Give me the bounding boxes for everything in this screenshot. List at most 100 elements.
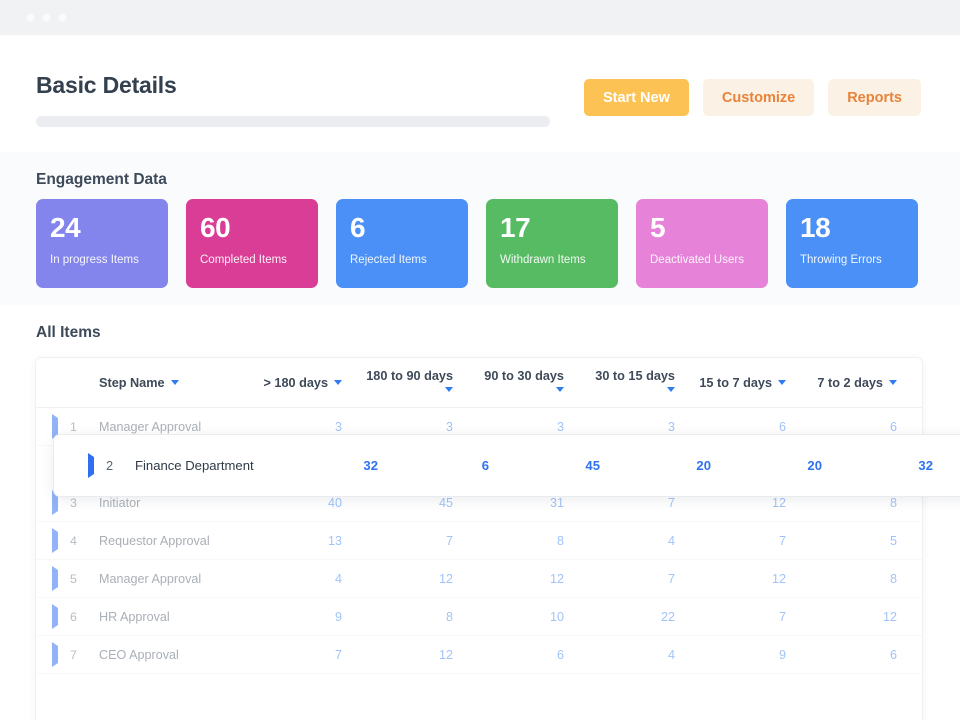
row-value[interactable]: 8: [365, 610, 476, 624]
row-value[interactable]: 6: [809, 648, 920, 662]
chevron-right-icon[interactable]: [52, 642, 58, 667]
row-value[interactable]: 20: [623, 458, 734, 473]
start-new-button[interactable]: Start New: [584, 79, 689, 116]
row-value[interactable]: 5: [809, 534, 920, 548]
chevron-down-icon[interactable]: [778, 380, 786, 385]
row-value[interactable]: 20: [734, 458, 845, 473]
row-value[interactable]: 6: [476, 648, 587, 662]
row-step-name: CEO Approval: [94, 648, 254, 662]
row-index: 7: [70, 648, 94, 662]
column-header-3[interactable]: 90 to 30 days: [476, 369, 587, 397]
row-expand-cell[interactable]: [36, 418, 70, 436]
chevron-right-icon[interactable]: [52, 604, 58, 629]
table-row[interactable]: 7CEO Approval7126496: [36, 636, 922, 674]
window-dot-close[interactable]: [27, 14, 34, 21]
column-header-5[interactable]: 15 to 7 days: [698, 376, 809, 390]
table-row-highlighted[interactable]: 2Finance Department32645202032: [54, 435, 960, 496]
column-header-label: 7 to 2 days: [817, 376, 883, 390]
row-expand-cell[interactable]: [36, 646, 70, 664]
row-expand-cell[interactable]: [36, 608, 70, 626]
row-value[interactable]: 8: [809, 572, 920, 586]
stat-value: 24: [50, 212, 154, 244]
chevron-down-icon[interactable]: [556, 387, 564, 392]
customize-button[interactable]: Customize: [703, 79, 814, 116]
window-dot-maximize[interactable]: [59, 14, 66, 21]
table-row[interactable]: 6HR Approval981022712: [36, 598, 922, 636]
window-titlebar: [0, 0, 960, 35]
stat-card-throwing-errors[interactable]: 18Throwing Errors: [786, 199, 918, 288]
row-index: 3: [70, 496, 94, 510]
row-value[interactable]: 9: [698, 648, 809, 662]
column-header-2[interactable]: 180 to 90 days: [365, 369, 476, 397]
chevron-down-icon[interactable]: [171, 380, 179, 385]
row-value[interactable]: 8: [476, 534, 587, 548]
row-value[interactable]: 7: [254, 648, 365, 662]
row-value[interactable]: 32: [845, 458, 956, 473]
row-value[interactable]: 10: [476, 610, 587, 624]
row-value[interactable]: 4: [587, 648, 698, 662]
row-value[interactable]: 12: [698, 572, 809, 586]
stat-value: 5: [650, 212, 754, 244]
row-expand-cell[interactable]: [54, 457, 106, 475]
loading-placeholder-bar: [36, 116, 550, 127]
stat-value: 17: [500, 212, 604, 244]
row-value[interactable]: 12: [365, 648, 476, 662]
column-header-4[interactable]: 30 to 15 days: [587, 369, 698, 397]
row-value[interactable]: 3: [587, 420, 698, 434]
chevron-right-icon[interactable]: [52, 528, 58, 553]
column-header-label: 30 to 15 days: [595, 369, 675, 383]
reports-button[interactable]: Reports: [828, 79, 921, 116]
stat-card-completed-items[interactable]: 60Completed Items: [186, 199, 318, 288]
chevron-down-icon[interactable]: [667, 387, 675, 392]
row-value[interactable]: 3: [254, 420, 365, 434]
row-value[interactable]: 45: [512, 458, 623, 473]
row-value[interactable]: 7: [365, 534, 476, 548]
chevron-down-icon[interactable]: [334, 380, 342, 385]
row-expand-cell[interactable]: [36, 532, 70, 550]
row-expand-cell[interactable]: [36, 494, 70, 512]
row-value[interactable]: 3: [365, 420, 476, 434]
row-value[interactable]: 6: [698, 420, 809, 434]
table-row[interactable]: 4Requestor Approval1378475: [36, 522, 922, 560]
row-value[interactable]: 45: [365, 496, 476, 510]
column-header-step-name[interactable]: Step Name: [94, 376, 254, 390]
chevron-right-icon[interactable]: [52, 566, 58, 591]
window-dot-minimize[interactable]: [43, 14, 50, 21]
chevron-down-icon[interactable]: [889, 380, 897, 385]
row-value[interactable]: 7: [698, 534, 809, 548]
row-value[interactable]: 6: [401, 458, 512, 473]
stat-card-rejected-items[interactable]: 6Rejected Items: [336, 199, 468, 288]
row-value[interactable]: 4: [254, 572, 365, 586]
row-value[interactable]: 12: [476, 572, 587, 586]
stat-card-withdrawn-items[interactable]: 17Withdrawn Items: [486, 199, 618, 288]
row-value[interactable]: 7: [698, 610, 809, 624]
row-value[interactable]: 40: [254, 496, 365, 510]
row-value[interactable]: 13: [254, 534, 365, 548]
row-value[interactable]: 9: [254, 610, 365, 624]
row-expand-cell[interactable]: [36, 570, 70, 588]
column-header-1[interactable]: > 180 days: [254, 376, 365, 390]
stat-card-deactivated-users[interactable]: 5Deactivated Users: [636, 199, 768, 288]
stat-card-in-progress-items[interactable]: 24 In progress Items: [36, 199, 168, 288]
row-index: 6: [70, 610, 94, 624]
row-value[interactable]: 22: [587, 610, 698, 624]
row-value[interactable]: 31: [476, 496, 587, 510]
row-value[interactable]: 32: [290, 458, 401, 473]
row-value[interactable]: 7: [587, 572, 698, 586]
row-value[interactable]: 7: [587, 496, 698, 510]
row-value[interactable]: 3: [476, 420, 587, 434]
chevron-right-icon[interactable]: [88, 453, 94, 478]
row-value[interactable]: 12: [809, 610, 920, 624]
row-value[interactable]: 8: [809, 496, 920, 510]
chevron-down-icon[interactable]: [445, 387, 453, 392]
row-value[interactable]: 12: [698, 496, 809, 510]
row-value[interactable]: 4: [587, 534, 698, 548]
table-row[interactable]: 5Manager Approval412127128: [36, 560, 922, 598]
row-value[interactable]: 12: [365, 572, 476, 586]
stat-value: 6: [350, 212, 454, 244]
stat-label: In progress Items: [50, 254, 139, 266]
row-value[interactable]: 6: [809, 420, 920, 434]
column-header-6[interactable]: 7 to 2 days: [809, 376, 920, 390]
stat-value: 60: [200, 212, 304, 244]
page-header: Basic Details Start New Customize Report…: [9, 35, 951, 152]
